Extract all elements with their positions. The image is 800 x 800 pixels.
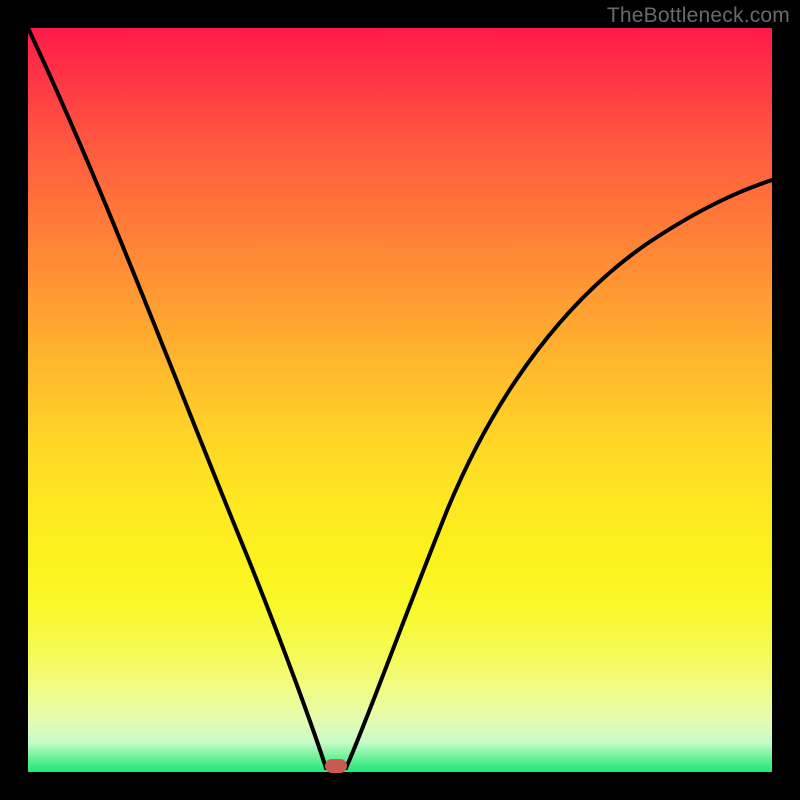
gradient-plot-area <box>28 28 772 772</box>
chart-frame: TheBottleneck.com <box>0 0 800 800</box>
bottleneck-curve <box>28 28 772 772</box>
minimum-marker <box>325 759 347 773</box>
watermark-text: TheBottleneck.com <box>607 4 790 28</box>
